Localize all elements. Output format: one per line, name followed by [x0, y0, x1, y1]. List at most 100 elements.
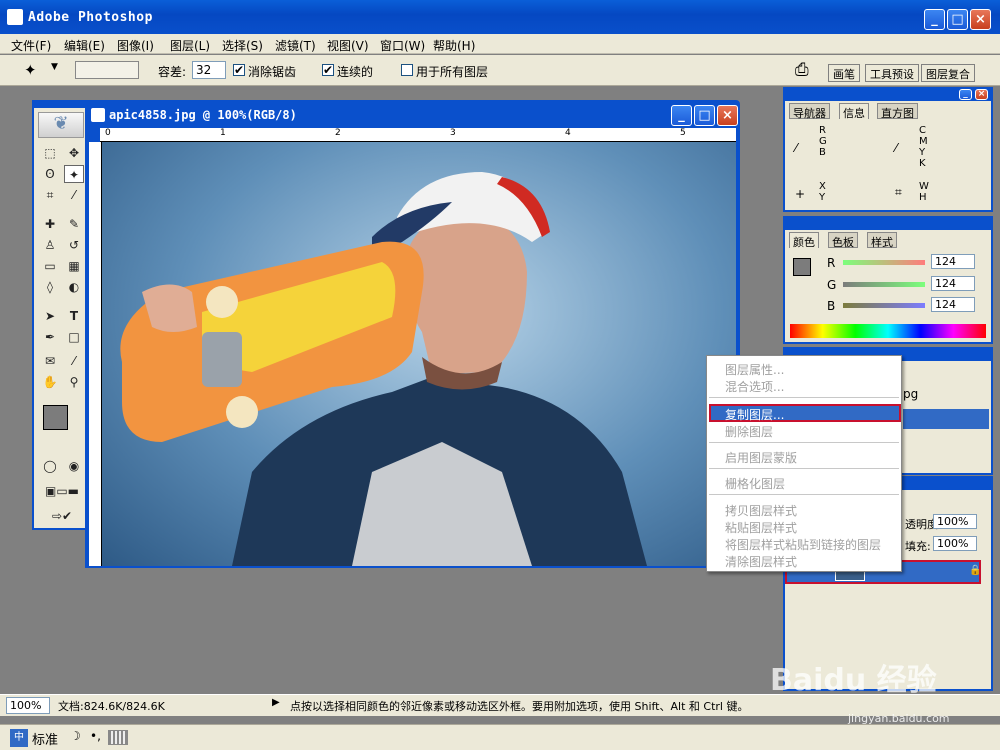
menu-help[interactable]: 帮助(H)	[433, 37, 475, 54]
menu-filter[interactable]: 滤镜(T)	[275, 37, 316, 54]
eraser-tool-icon[interactable]: ▭	[40, 257, 60, 275]
well-tab-layer-comps[interactable]: 图层复合	[921, 64, 975, 82]
move-tool-icon[interactable]: ✥	[64, 144, 84, 162]
menu-item-duplicate-layer[interactable]: 复制图层...	[725, 406, 784, 423]
menu-item-rasterize-layer[interactable]: 栅格化图层	[725, 475, 785, 492]
notes-tool-icon[interactable]: ✉	[40, 352, 60, 370]
foreground-color-swatch[interactable]	[43, 405, 68, 430]
brush-tool-icon[interactable]: ✎	[64, 215, 84, 233]
menu-item-copy-layer-style[interactable]: 拷贝图层样式	[725, 502, 797, 519]
ruler-mark: 3	[450, 128, 456, 138]
ime-punctuation-icon[interactable]: •,	[90, 729, 101, 743]
menu-item-blending-options[interactable]: 混合选项...	[725, 378, 784, 395]
fill-input[interactable]: 100%	[933, 536, 977, 551]
contiguous-checkbox[interactable]: ✔	[322, 64, 334, 76]
menu-item-enable-layer-mask[interactable]: 启用图层蒙版	[725, 449, 797, 466]
menu-item-layer-properties[interactable]: 图层属性...	[725, 361, 784, 378]
minimize-button[interactable]: _	[924, 9, 945, 30]
tab-color[interactable]: 颜色	[789, 232, 819, 249]
channel-r-input[interactable]: 124	[931, 254, 975, 269]
ime-fullwidth-icon[interactable]: ☽	[70, 729, 81, 743]
panel-close-button[interactable]: ×	[975, 89, 988, 100]
healing-brush-icon[interactable]: ✚	[40, 215, 60, 233]
ruler-mark: 2	[335, 128, 341, 138]
tab-navigator[interactable]: 导航器	[789, 103, 830, 120]
ime-logo-icon[interactable]: 中	[10, 729, 28, 747]
channel-b-input[interactable]: 124	[931, 297, 975, 312]
ime-mode-label[interactable]: 标准	[32, 729, 58, 748]
panel-minimize-button[interactable]: _	[959, 89, 972, 100]
channel-b-label: B	[827, 299, 836, 313]
standard-mode-icon[interactable]: ◯	[40, 457, 60, 475]
menu-select[interactable]: 选择(S)	[222, 37, 263, 54]
status-menu-arrow-icon[interactable]: ▶	[272, 697, 280, 708]
menu-layer[interactable]: 图层(L)	[170, 37, 210, 54]
eyedropper-icon[interactable]: ⁄	[64, 352, 84, 370]
slice-tool-icon[interactable]: ⁄	[64, 186, 84, 204]
all-layers-checkbox[interactable]	[401, 64, 413, 76]
dodge-tool-icon[interactable]: ◐	[64, 278, 84, 296]
selection-mode-buttons[interactable]	[75, 61, 139, 79]
doc-minimize-button[interactable]: _	[671, 105, 692, 126]
channel-g-input[interactable]: 124	[931, 276, 975, 291]
menu-item-paste-layer-style[interactable]: 粘贴图层样式	[725, 519, 797, 536]
menu-item-delete-layer[interactable]: 删除图层	[725, 423, 773, 440]
type-tool-icon[interactable]: T	[64, 307, 84, 325]
foreground-color-swatch[interactable]	[793, 258, 811, 276]
doc-close-button[interactable]: ×	[717, 105, 738, 126]
zoom-input[interactable]: 100%	[6, 697, 50, 714]
clone-stamp-icon[interactable]: ♙	[40, 236, 60, 254]
document-icon	[91, 108, 105, 122]
photo-illustration	[120, 172, 647, 566]
crop-tool-icon[interactable]: ⌗	[40, 186, 60, 204]
screen-mode-icons[interactable]: ▣▭▬	[38, 482, 86, 500]
well-tab-brushes[interactable]: 画笔	[828, 64, 860, 82]
tab-swatches[interactable]: 色板	[828, 232, 858, 249]
menu-file[interactable]: 文件(F)	[11, 37, 51, 54]
blur-tool-icon[interactable]: ◊	[40, 278, 60, 296]
magic-wand-tool-icon[interactable]: ✦	[64, 165, 84, 183]
shape-tool-icon[interactable]: □	[64, 328, 84, 346]
image-canvas[interactable]	[102, 142, 736, 566]
vertical-ruler	[89, 142, 102, 566]
zoom-tool-icon[interactable]: ⚲	[64, 373, 84, 391]
menu-item-clear-layer-style[interactable]: 清除图层样式	[725, 553, 797, 570]
pen-tool-icon[interactable]: ✒	[40, 328, 60, 346]
menu-window[interactable]: 窗口(W)	[380, 37, 425, 54]
opacity-input[interactable]: 100%	[933, 514, 977, 529]
gradient-tool-icon[interactable]: ▦	[64, 257, 84, 275]
hand-tool-icon[interactable]: ✋	[40, 373, 60, 391]
ime-keyboard-icon[interactable]	[108, 730, 128, 745]
watermark-logo: Baidu 经验	[770, 663, 937, 698]
magic-wand-tool-icon[interactable]: ✦	[24, 61, 37, 79]
menu-image[interactable]: 图像(I)	[117, 37, 154, 54]
doc-maximize-button[interactable]: □	[694, 105, 715, 126]
marquee-tool-icon[interactable]: ⬚	[40, 144, 60, 162]
palette-well-icon[interactable]: ⎙	[795, 60, 809, 80]
menu-edit[interactable]: 编辑(E)	[64, 37, 105, 54]
menu-view[interactable]: 视图(V)	[327, 37, 369, 54]
tolerance-input[interactable]: 32	[192, 61, 226, 79]
history-brush-icon[interactable]: ↺	[64, 236, 84, 254]
jump-to-imageready-icon[interactable]: ⇨✔	[38, 507, 86, 525]
lasso-tool-icon[interactable]: ʘ	[40, 165, 60, 183]
menu-item-paste-style-to-linked[interactable]: 将图层样式粘贴到链接的图层	[725, 536, 881, 553]
tool-preset-dropdown-icon[interactable]: ▼	[51, 62, 58, 72]
channel-g-slider[interactable]	[843, 282, 925, 287]
quick-mask-icon[interactable]: ◉	[64, 457, 84, 475]
selection-size-icon: ⌗	[895, 185, 902, 199]
close-button[interactable]: ×	[970, 9, 991, 30]
tab-histogram[interactable]: 直方图	[877, 103, 918, 120]
history-selected-row[interactable]	[903, 409, 989, 429]
path-selection-icon[interactable]: ➤	[40, 307, 60, 325]
horizontal-ruler: 0 1 2 3 4 5	[100, 128, 736, 142]
maximize-button[interactable]: □	[947, 9, 968, 30]
tab-styles[interactable]: 样式	[867, 232, 897, 249]
well-tab-tool-presets[interactable]: 工具预设	[865, 64, 919, 82]
color-ramp[interactable]	[790, 324, 986, 338]
channel-b-slider[interactable]	[843, 303, 925, 308]
antialias-checkbox[interactable]: ✔	[233, 64, 245, 76]
channel-r-slider[interactable]	[843, 260, 925, 265]
tab-info[interactable]: 信息	[839, 103, 869, 120]
skateboard-wheel-shape	[206, 286, 238, 318]
